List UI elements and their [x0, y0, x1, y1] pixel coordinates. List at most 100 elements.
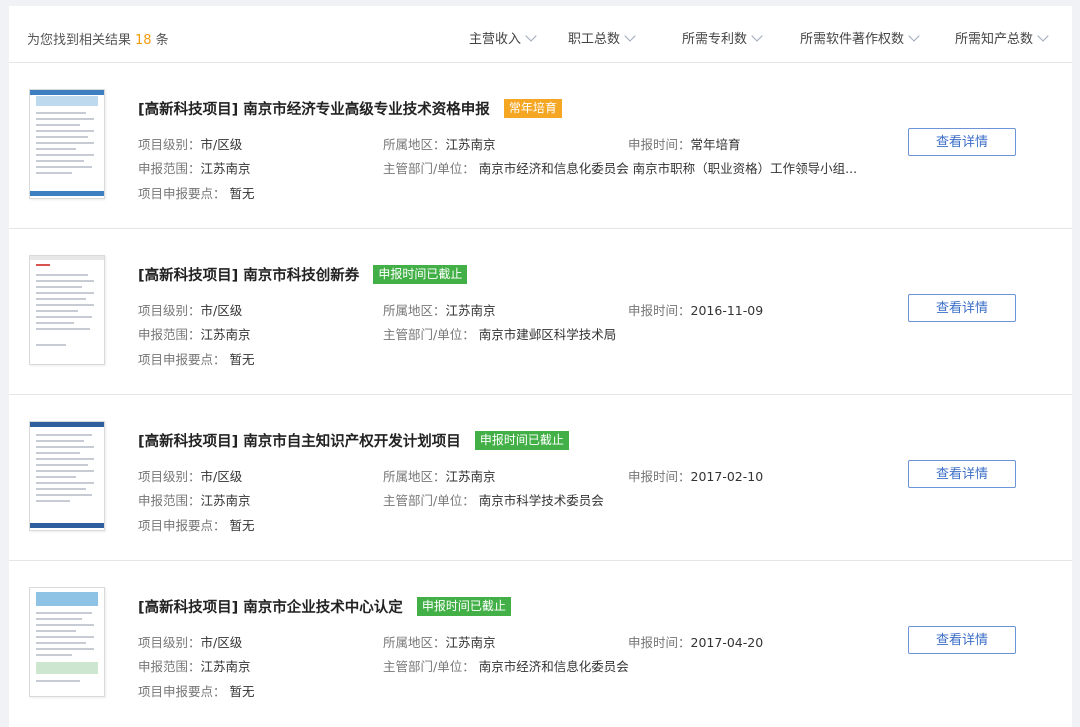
- field-time: 申报时间：2017-04-20: [628, 632, 763, 651]
- sort-ip-total[interactable]: 所需知产总数: [955, 28, 1049, 47]
- thumbnail-line: [36, 648, 94, 650]
- field-label: 申报时间：: [628, 137, 691, 152]
- field-scope: 申报范围：江苏南京: [138, 158, 251, 177]
- field-value: 南京市经济和信息化委员会 南京市职称（职业资格）工作领导小组...: [478, 161, 858, 176]
- sort-employee-count[interactable]: 职工总数: [568, 28, 636, 47]
- thumbnail-line: [36, 440, 84, 442]
- field-time: 申报时间：2017-02-10: [628, 466, 763, 485]
- thumbnail-line: [36, 136, 88, 138]
- field-label: 申报范围：: [138, 493, 201, 508]
- results-toolbar: 为您找到相关结果 18 条 主营收入 职工总数 所需专利数 所需软件著作权数 所需知…: [9, 6, 1072, 63]
- field-value: 暂无: [229, 186, 255, 201]
- thumbnail-line: [36, 316, 92, 318]
- document-thumbnail[interactable]: [29, 421, 105, 531]
- thumbnail-line: [36, 292, 94, 294]
- field-label: 主管部门/单位：: [383, 493, 475, 508]
- field-value: 南京市经济和信息化委员会: [478, 659, 629, 674]
- item-title-row: [高新科技项目] 南京市自主知识产权开发计划项目 申报时间已截止: [138, 430, 569, 451]
- view-details-button[interactable]: 查看详情: [908, 626, 1016, 654]
- field-value: 2017-04-20: [690, 635, 764, 650]
- result-suffix: 条: [155, 33, 169, 48]
- field-dept: 主管部门/单位： 南京市经济和信息化委员会 南京市职称（职业资格）工作领导小组.…: [383, 158, 857, 177]
- field-value: 市/区级: [200, 137, 243, 152]
- thumbnail-line: [36, 274, 88, 276]
- thumbnail-line: [36, 476, 76, 478]
- thumbnail-header-band: [30, 90, 104, 95]
- field-label: 项目申报要点：: [138, 518, 226, 533]
- list-item: [高新科技项目] 南京市经济专业高级专业技术资格申报常年培育 项目级别：市/区级…: [9, 62, 1072, 229]
- sort-label: 主营收入: [469, 32, 522, 47]
- field-level: 项目级别：市/区级: [138, 632, 242, 651]
- thumbnail-line: [36, 630, 76, 632]
- thumbnail-line: [36, 112, 86, 114]
- thumbnail-logo: [36, 264, 50, 266]
- field-region: 所属地区：江苏南京: [383, 632, 496, 651]
- thumbnail-line: [36, 172, 72, 174]
- thumbnail-line: [36, 488, 86, 490]
- field-region: 所属地区：江苏南京: [383, 466, 496, 485]
- item-title[interactable]: [高新科技项目] 南京市经济专业高级专业技术资格申报: [138, 102, 490, 118]
- sort-main-revenue[interactable]: 主营收入: [469, 28, 537, 47]
- field-label: 项目级别：: [138, 137, 201, 152]
- field-value: 江苏南京: [200, 327, 251, 342]
- sort-label: 所需软件著作权数: [800, 32, 905, 47]
- field-value: 江苏南京: [200, 493, 251, 508]
- item-title[interactable]: [高新科技项目] 南京市自主知识产权开发计划项目: [138, 434, 461, 450]
- thumbnail-header-band: [30, 256, 104, 260]
- field-label: 主管部门/单位：: [383, 161, 475, 176]
- status-badge: 申报时间已截止: [373, 265, 468, 284]
- field-value: 2017-02-10: [690, 469, 764, 484]
- thumbnail-line: [36, 124, 80, 126]
- view-details-button[interactable]: 查看详情: [908, 128, 1016, 156]
- field-label: 主管部门/单位：: [383, 659, 475, 674]
- item-title-row: [高新科技项目] 南京市企业技术中心认定 申报时间已截止: [138, 596, 511, 617]
- field-dept: 主管部门/单位： 南京市科学技术委员会: [383, 490, 604, 509]
- status-badge: 申报时间已截止: [474, 431, 569, 450]
- item-title[interactable]: [高新科技项目] 南京市企业技术中心认定: [138, 600, 403, 616]
- field-label: 项目级别：: [138, 469, 201, 484]
- field-label: 申报时间：: [628, 635, 691, 650]
- field-value: 常年培育: [690, 137, 741, 152]
- field-value: 暂无: [229, 684, 255, 699]
- view-details-button[interactable]: 查看详情: [908, 460, 1016, 488]
- sort-patent-count[interactable]: 所需专利数: [682, 28, 763, 47]
- thumbnail-line: [36, 612, 92, 614]
- field-points: 项目申报要点： 暂无: [138, 681, 255, 700]
- field-label: 项目申报要点：: [138, 352, 226, 367]
- field-scope: 申报范围：江苏南京: [138, 656, 251, 675]
- thumbnail-line: [36, 166, 92, 168]
- thumbnail-line: [36, 618, 82, 620]
- sort-software-copyright-count[interactable]: 所需软件著作权数: [800, 28, 920, 47]
- list-item: [高新科技项目] 南京市企业技术中心认定 申报时间已截止 项目级别：市/区级 所属…: [9, 560, 1072, 726]
- list-item: [高新科技项目] 南京市科技创新券 申报时间已截止 项目级别：市/区级 所属地区：…: [9, 228, 1072, 395]
- field-scope: 申报范围：江苏南京: [138, 490, 251, 509]
- document-thumbnail[interactable]: [29, 255, 105, 365]
- field-label: 项目级别：: [138, 635, 201, 650]
- thumbnail-line: [36, 328, 90, 330]
- thumbnail-line: [36, 642, 86, 644]
- thumbnail-line: [36, 636, 94, 638]
- field-value: 江苏南京: [200, 161, 251, 176]
- thumbnail-image: [36, 662, 98, 674]
- field-label: 所属地区：: [383, 635, 446, 650]
- thumbnail-line: [36, 160, 84, 162]
- chevron-down-icon: [1037, 30, 1049, 42]
- item-title[interactable]: [高新科技项目] 南京市科技创新券: [138, 268, 359, 284]
- document-thumbnail[interactable]: [29, 587, 105, 697]
- sort-label: 所需专利数: [682, 32, 748, 47]
- view-details-button[interactable]: 查看详情: [908, 294, 1016, 322]
- thumbnail-line: [36, 280, 94, 282]
- field-value: 江苏南京: [445, 303, 496, 318]
- thumbnail-footer-band: [30, 191, 104, 196]
- item-title-row: [高新科技项目] 南京市科技创新券 申报时间已截止: [138, 264, 468, 285]
- field-dept: 主管部门/单位： 南京市经济和信息化委员会: [383, 656, 629, 675]
- field-points: 项目申报要点： 暂无: [138, 349, 255, 368]
- field-label: 所属地区：: [383, 137, 446, 152]
- document-thumbnail[interactable]: [29, 89, 105, 199]
- thumbnail-line: [36, 142, 94, 144]
- thumbnail-line: [36, 148, 76, 150]
- thumbnail-line: [36, 286, 82, 288]
- thumbnail-line: [36, 482, 94, 484]
- thumbnail-line: [36, 494, 92, 496]
- field-time: 申报时间：常年培育: [628, 134, 741, 153]
